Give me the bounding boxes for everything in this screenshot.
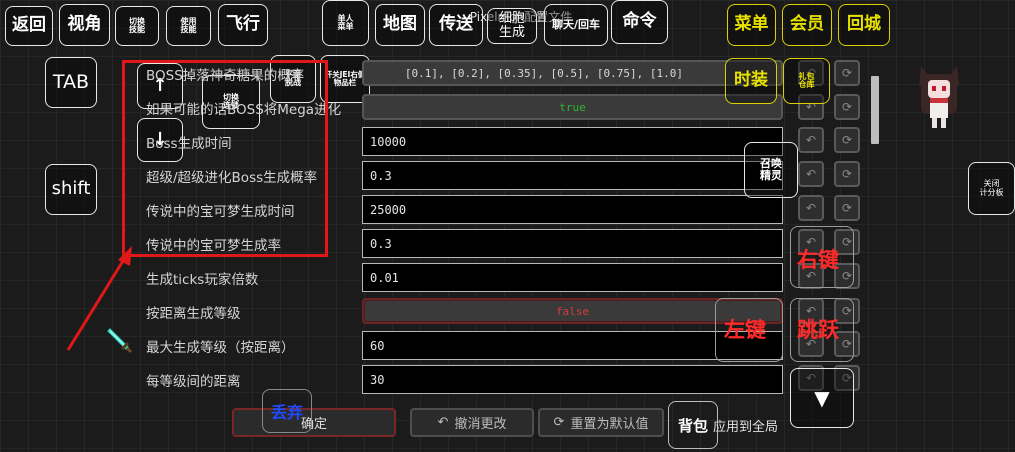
back-button[interactable]: 返回 [5, 6, 53, 46]
row-undo-button[interactable]: ↶ [798, 195, 824, 221]
fly-button[interactable]: 飞行 [218, 4, 268, 46]
row-reset-button[interactable]: ⟳ [834, 127, 860, 153]
confirm-button[interactable]: 确定 [232, 408, 396, 437]
config-text-field[interactable]: 25000 [362, 195, 783, 224]
reset-default-label: 重置为默认值 [570, 417, 649, 432]
discard-label: 丢弃 [270, 403, 303, 422]
highlight-box [122, 60, 328, 257]
backpack-label: 背包 [677, 416, 708, 435]
tab-key-button[interactable]: TAB [45, 57, 97, 108]
reset-default-button[interactable]: ⟳ 重置为默认值 [538, 408, 664, 437]
gift-warehouse-button[interactable]: 礼包 仓库 [783, 58, 830, 104]
config-text-field[interactable]: 0.3 [362, 161, 783, 190]
vip-button[interactable]: 会员 [782, 4, 832, 46]
undo-icon: ↶ [437, 415, 449, 430]
row-reset-button[interactable]: ⟳ [834, 195, 860, 221]
row-reset-button[interactable]: ⟳ [834, 60, 860, 86]
row-undo-button[interactable]: ↶ [798, 161, 824, 187]
config-text-field[interactable]: 0.3 [362, 229, 783, 258]
use-skill-button[interactable]: 使用 技能 [166, 6, 211, 46]
config-label: 生成ticks玩家倍数 [146, 272, 259, 288]
map-button[interactable]: 地图 [375, 4, 425, 46]
config-label: 最大生成等级（按距离） [146, 340, 295, 356]
config-label: 按距离生成等级 [146, 306, 241, 322]
chat-enter-button[interactable]: 聊天/回车 [544, 4, 608, 46]
single-menu-button[interactable]: 单人 菜单 [322, 0, 369, 46]
highlight-arrow [66, 246, 132, 351]
config-text-field[interactable]: 10000 [362, 127, 783, 156]
config-bool-toggle[interactable]: true [362, 94, 783, 120]
undo-changes-label: 撤消更改 [454, 417, 507, 432]
return-city-button[interactable]: 回城 [838, 4, 890, 46]
scrollbar-thumb[interactable] [871, 76, 879, 144]
shift-key-button[interactable]: shift [45, 164, 97, 215]
left-click-label: 左键 [724, 318, 766, 342]
fashion-button[interactable]: 时装 [725, 58, 777, 104]
row-undo-button[interactable]: ↶ [798, 127, 824, 153]
switch-skill-button[interactable]: 切换 技能 [115, 6, 159, 46]
close-scoreboard-button[interactable]: 关闭 计分板 [968, 162, 1015, 215]
backpack-button[interactable]: 背包 [668, 401, 718, 449]
view-button[interactable]: 视角 [59, 4, 110, 46]
row-reset-button[interactable]: ⟳ [834, 161, 860, 187]
apply-global-label[interactable]: 应用到全局 [713, 416, 778, 435]
summon-spirit-button[interactable]: 召唤 精灵 [744, 142, 798, 198]
crouch-triangle-button[interactable]: ▼ [790, 368, 854, 428]
right-click-label: 右键 [797, 248, 839, 272]
jump-label: 跳跃 [797, 318, 839, 342]
cell-generate-button[interactable]: 细胞 生成 [487, 8, 537, 44]
config-list-value[interactable]: [0.1], [0.2], [0.35], [0.5], [0.75], [1.… [362, 60, 783, 86]
reset-icon: ⟳ [553, 415, 565, 430]
discard-button[interactable]: 丢弃 [262, 389, 312, 433]
config-text-field[interactable]: 30 [362, 365, 783, 394]
config-label: 每等级间的距离 [146, 374, 241, 390]
command-button[interactable]: 命令 [611, 0, 668, 44]
undo-changes-button[interactable]: ↶ 撤消更改 [410, 408, 534, 437]
row-reset-button[interactable]: ⟳ [834, 94, 860, 120]
character-avatar [919, 66, 959, 128]
config-text-field[interactable]: 0.01 [362, 263, 783, 292]
menu-button[interactable]: 菜单 [727, 4, 776, 46]
